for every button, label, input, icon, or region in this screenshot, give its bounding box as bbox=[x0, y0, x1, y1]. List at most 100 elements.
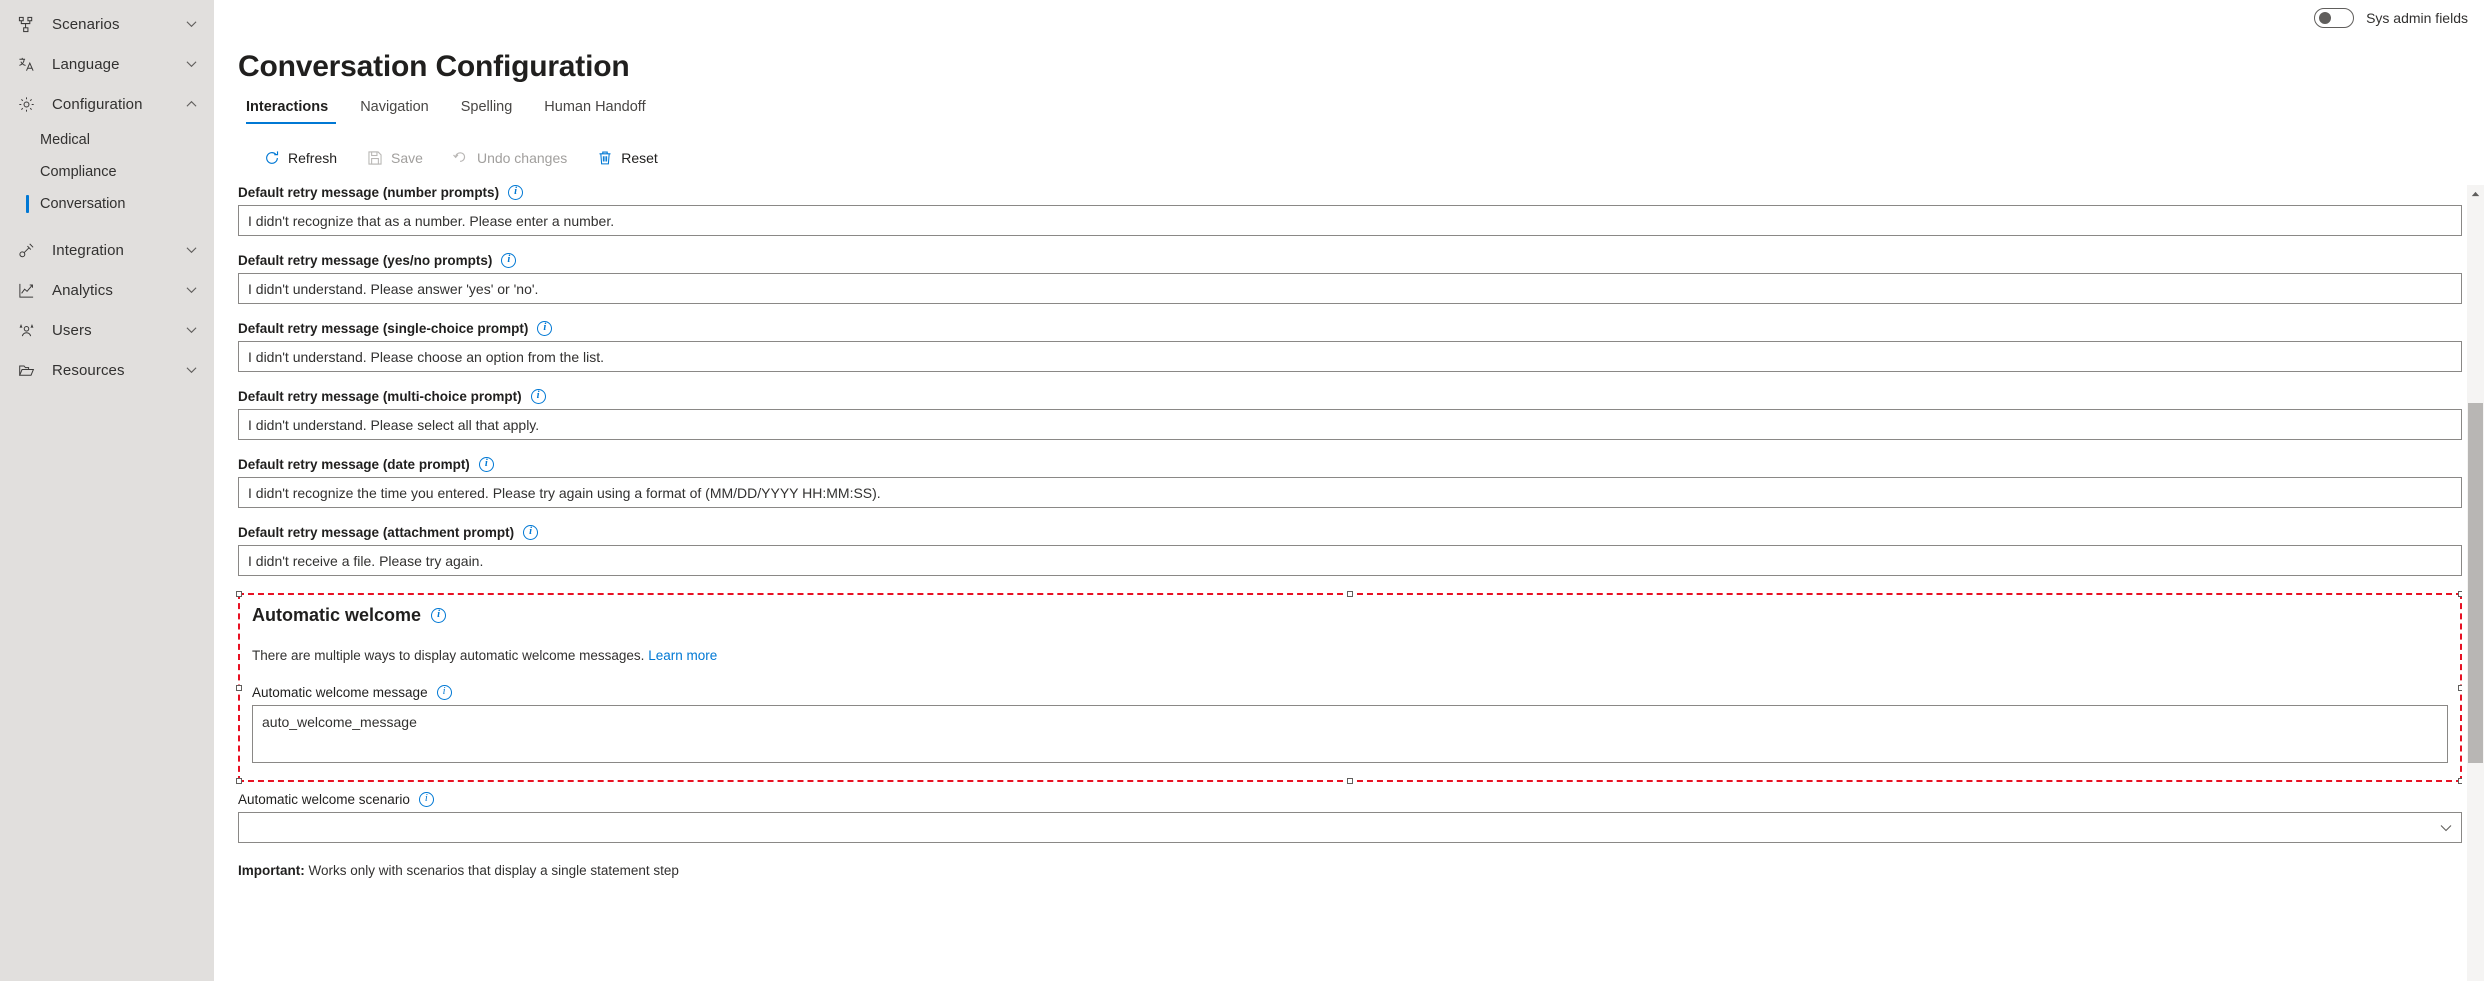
learn-more-link[interactable]: Learn more bbox=[648, 648, 717, 663]
chevron-up-icon[interactable] bbox=[182, 100, 200, 108]
automatic-welcome-scenario-select[interactable] bbox=[238, 812, 2462, 843]
field-label-text: Automatic welcome scenario bbox=[238, 792, 410, 807]
sys-admin-fields-label: Sys admin fields bbox=[2366, 10, 2468, 26]
reset-label: Reset bbox=[621, 150, 658, 166]
chevron-down-icon[interactable] bbox=[182, 20, 200, 28]
chevron-down-icon[interactable] bbox=[182, 60, 200, 68]
info-icon[interactable]: i bbox=[530, 389, 546, 404]
field-label-text: Automatic welcome message bbox=[252, 685, 428, 700]
tab-bar: Interactions Navigation Spelling Human H… bbox=[238, 90, 662, 124]
field-label-text: Default retry message (attachment prompt… bbox=[238, 525, 515, 540]
field-automatic-welcome-scenario: Automatic welcome scenario i bbox=[238, 792, 2462, 843]
info-icon[interactable]: i bbox=[523, 525, 539, 540]
multi-choice-retry-input[interactable] bbox=[238, 409, 2462, 440]
single-choice-retry-input[interactable] bbox=[238, 341, 2462, 372]
sidebar-item-integration[interactable]: Integration bbox=[0, 230, 214, 270]
tab-navigation[interactable]: Navigation bbox=[344, 90, 445, 124]
scenario-select-wrapper bbox=[238, 812, 2462, 843]
automatic-welcome-message-textarea[interactable]: auto_welcome_message bbox=[252, 705, 2448, 763]
field-label: Default retry message (single-choice pro… bbox=[238, 321, 2462, 336]
field-multi-choice-prompt: Default retry message (multi-choice prom… bbox=[238, 389, 2462, 440]
refresh-button[interactable]: Refresh bbox=[252, 146, 349, 170]
sidebar: Scenarios Language Configuration Medical… bbox=[0, 0, 214, 981]
resize-handle-bottom-right[interactable] bbox=[2458, 778, 2462, 784]
sidebar-item-configuration[interactable]: Configuration bbox=[0, 84, 214, 124]
chevron-down-icon[interactable] bbox=[182, 286, 200, 294]
undo-label: Undo changes bbox=[476, 150, 568, 166]
info-icon[interactable]: i bbox=[418, 792, 434, 807]
info-icon[interactable]: i bbox=[436, 685, 452, 700]
resize-handle-middle-right[interactable] bbox=[2458, 684, 2462, 691]
info-icon[interactable]: i bbox=[537, 321, 553, 336]
sidebar-item-label: Configuration bbox=[52, 95, 143, 113]
reset-button[interactable]: Reset bbox=[585, 146, 670, 170]
scrollbar-thumb[interactable] bbox=[2468, 403, 2483, 763]
sidebar-item-label: Language bbox=[52, 55, 120, 73]
sidebar-item-medical[interactable]: Medical bbox=[0, 124, 214, 156]
field-single-choice-prompt: Default retry message (single-choice pro… bbox=[238, 321, 2462, 372]
field-attachment-prompt: Default retry message (attachment prompt… bbox=[238, 525, 2462, 576]
info-icon[interactable]: i bbox=[501, 253, 517, 268]
app-root: Scenarios Language Configuration Medical… bbox=[0, 0, 2484, 981]
sidebar-item-users[interactable]: Users bbox=[0, 310, 214, 350]
description-text: There are multiple ways to display autom… bbox=[252, 648, 645, 663]
plug-icon bbox=[18, 242, 44, 259]
important-text: Works only with scenarios that display a… bbox=[304, 863, 679, 878]
tab-human-handoff[interactable]: Human Handoff bbox=[528, 90, 661, 124]
field-automatic-welcome-message: Automatic welcome message i auto_welcome… bbox=[252, 685, 2448, 768]
chevron-down-icon[interactable] bbox=[182, 366, 200, 374]
chevron-down-icon[interactable] bbox=[182, 326, 200, 334]
toggle-knob bbox=[2319, 12, 2332, 24]
sidebar-item-resources[interactable]: Resources bbox=[0, 350, 214, 390]
section-title-text: Automatic welcome bbox=[252, 605, 422, 625]
info-icon[interactable]: i bbox=[431, 608, 447, 623]
field-label: Automatic welcome scenario i bbox=[238, 792, 2462, 807]
automatic-welcome-description: There are multiple ways to display autom… bbox=[252, 648, 2448, 663]
field-label: Default retry message (date prompt) i bbox=[238, 457, 2462, 472]
command-toolbar: Refresh Save Undo changes Reset bbox=[252, 142, 670, 174]
yesno-prompt-retry-input[interactable] bbox=[238, 273, 2462, 304]
sidebar-item-compliance[interactable]: Compliance bbox=[0, 156, 214, 188]
info-icon[interactable]: i bbox=[478, 457, 494, 472]
tab-interactions[interactable]: Interactions bbox=[238, 90, 344, 124]
field-label-text: Default retry message (multi-choice prom… bbox=[238, 389, 522, 404]
main-content: Sys admin fields Conversation Configurat… bbox=[214, 0, 2484, 981]
automatic-welcome-heading: Automatic welcome i bbox=[252, 605, 2448, 626]
number-prompt-retry-input[interactable] bbox=[238, 205, 2462, 236]
automatic-welcome-selection-region[interactable]: Automatic welcome i There are multiple w… bbox=[236, 591, 2462, 784]
resize-handle-top-center[interactable] bbox=[1347, 591, 1353, 597]
sidebar-item-label: Resources bbox=[52, 361, 125, 379]
language-icon bbox=[18, 56, 44, 73]
tab-spelling[interactable]: Spelling bbox=[445, 90, 529, 124]
resize-handle-top-right[interactable] bbox=[2458, 591, 2462, 597]
important-prefix: Important: bbox=[238, 863, 305, 878]
sys-admin-fields-toggle[interactable] bbox=[2314, 8, 2355, 28]
sidebar-divider-space bbox=[0, 220, 214, 230]
attachment-prompt-retry-input[interactable] bbox=[238, 545, 2462, 576]
sidebar-item-analytics[interactable]: Analytics bbox=[0, 270, 214, 310]
undo-changes-button[interactable]: Undo changes bbox=[441, 146, 579, 170]
sidebar-item-language[interactable]: Language bbox=[0, 44, 214, 84]
resize-handle-bottom-center[interactable] bbox=[1347, 778, 1353, 784]
sidebar-item-label: Users bbox=[52, 321, 92, 339]
field-label-text: Default retry message (date prompt) bbox=[238, 457, 470, 472]
save-button[interactable]: Save bbox=[355, 146, 435, 170]
folder-icon bbox=[18, 362, 44, 379]
sidebar-item-conversation[interactable]: Conversation bbox=[0, 188, 214, 220]
configuration-form: Default retry message (number prompts) i… bbox=[214, 185, 2462, 981]
info-icon[interactable]: i bbox=[508, 185, 524, 200]
sidebar-item-label: Integration bbox=[52, 241, 124, 259]
sidebar-item-scenarios[interactable]: Scenarios bbox=[0, 4, 214, 44]
chevron-down-icon[interactable] bbox=[182, 246, 200, 254]
field-label-text: Default retry message (yes/no prompts) bbox=[238, 253, 493, 268]
important-note: Important: Works only with scenarios tha… bbox=[238, 863, 2462, 878]
field-date-prompt: Default retry message (date prompt) i bbox=[238, 457, 2462, 508]
scroll-up-arrow-icon[interactable] bbox=[2467, 185, 2484, 202]
resize-handle-middle-left[interactable] bbox=[236, 684, 242, 691]
resize-handle-top-left[interactable] bbox=[236, 591, 242, 597]
vertical-scrollbar[interactable] bbox=[2467, 185, 2484, 981]
page-title: Conversation Configuration bbox=[238, 50, 630, 84]
date-prompt-retry-input[interactable] bbox=[238, 477, 2462, 508]
resize-handle-bottom-left[interactable] bbox=[236, 778, 242, 784]
trash-icon bbox=[597, 150, 613, 166]
